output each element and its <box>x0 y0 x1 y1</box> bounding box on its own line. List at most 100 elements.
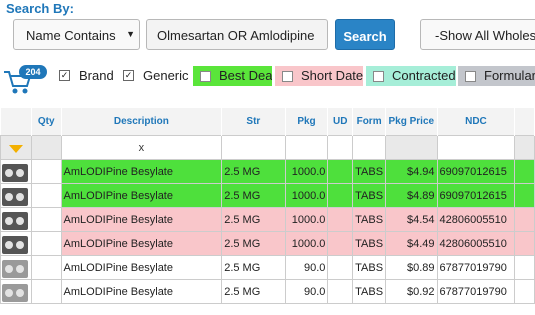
description-cell[interactable]: AmLODIPine Besylate <box>60 231 223 256</box>
col-header-extra <box>514 108 535 136</box>
table-row[interactable]: AmLODIPine Besylate 2.5 MG 1000.0 TABS $4.49… <box>0 231 535 256</box>
col-header-description[interactable]: Description <box>61 108 223 136</box>
search-input[interactable]: Olmesartan OR Amlodipine <box>146 19 328 50</box>
description-cell[interactable]: AmLODIPine Besylate <box>60 255 223 280</box>
description-cell[interactable]: AmLODIPine Besylate <box>60 159 223 184</box>
filter-row: x <box>0 135 535 160</box>
strength-cell: 2.5 MG <box>221 207 286 232</box>
package-filter-input[interactable] <box>284 135 329 160</box>
qty-filter-cell <box>30 135 62 160</box>
pkg-price-cell: $4.49 <box>385 231 438 256</box>
extra-cell <box>514 207 535 232</box>
ndc-filter-input[interactable] <box>436 135 516 160</box>
col-header-ud[interactable]: UD <box>327 108 354 136</box>
form-filter-input[interactable] <box>352 135 387 160</box>
best-deal-filter[interactable]: Best Deal <box>193 66 272 86</box>
results-table: Qty Description Str Pkg UD Form Pkg Pric… <box>0 108 535 304</box>
drug-image-cell[interactable] <box>0 231 32 256</box>
contracted-checkbox[interactable] <box>373 71 384 82</box>
best-deal-checkbox[interactable] <box>200 71 211 82</box>
table-row[interactable]: AmLODIPine Besylate 2.5 MG 1000.0 TABS $4.54… <box>0 207 535 232</box>
formulary-checkbox[interactable] <box>465 71 476 82</box>
pill-image-icon[interactable] <box>2 283 28 302</box>
form-cell: TABS <box>352 231 387 256</box>
strength-cell: 2.5 MG <box>221 279 286 304</box>
col-header-package[interactable]: Pkg <box>285 108 329 136</box>
col-header-pkg-price[interactable]: Pkg Price <box>385 108 438 136</box>
extra-cell <box>514 159 535 184</box>
search-by-label: Search By: <box>6 1 74 16</box>
package-cell: 90.0 <box>284 279 329 304</box>
best-deal-label: Best Deal <box>219 68 272 83</box>
table-row[interactable]: AmLODIPine Besylate 2.5 MG 90.0 TABS $0.89 67… <box>0 255 535 280</box>
strength-cell: 2.5 MG <box>221 183 286 208</box>
ndc-cell: 69097012615 <box>436 159 516 184</box>
extra-filter-cell <box>514 135 535 160</box>
price-filter-cell <box>385 135 438 160</box>
col-header-form[interactable]: Form <box>352 108 387 136</box>
generic-checkbox[interactable]: ✓ <box>123 70 134 81</box>
search-mode-select[interactable]: Name Contains ▼ <box>13 19 140 50</box>
strength-filter-input[interactable] <box>221 135 286 160</box>
ud-cell <box>327 231 354 256</box>
table-row[interactable]: AmLODIPine Besylate 2.5 MG 90.0 TABS $0.92 67… <box>0 279 535 304</box>
caret-down-icon: ▼ <box>126 29 135 39</box>
qty-input[interactable] <box>30 183 62 208</box>
ud-cell <box>327 255 354 280</box>
pill-image-icon[interactable] <box>2 163 28 182</box>
extra-cell <box>514 183 535 208</box>
clear-filter-icon[interactable]: x <box>139 142 145 154</box>
description-filter-input[interactable]: x <box>60 135 223 160</box>
short-date-checkbox[interactable] <box>282 71 293 82</box>
strength-cell: 2.5 MG <box>221 231 286 256</box>
short-date-filter[interactable]: Short Date <box>275 66 363 86</box>
form-cell: TABS <box>352 159 387 184</box>
pill-image-icon[interactable] <box>2 187 28 206</box>
qty-input[interactable] <box>30 231 62 256</box>
table-header-row: Qty Description Str Pkg UD Form Pkg Pric… <box>0 108 535 136</box>
col-header-qty[interactable]: Qty <box>31 108 62 136</box>
qty-input[interactable] <box>30 255 62 280</box>
drug-image-cell[interactable] <box>0 255 32 280</box>
ud-cell <box>327 159 354 184</box>
table-row[interactable]: AmLODIPine Besylate 2.5 MG 1000.0 TABS $4.94… <box>0 159 535 184</box>
extra-cell <box>514 255 535 280</box>
ud-cell <box>327 279 354 304</box>
formulary-filter[interactable]: Formulary <box>458 66 535 86</box>
ud-filter-input[interactable] <box>327 135 354 160</box>
pill-image-icon[interactable] <box>2 259 28 278</box>
filter-cell[interactable] <box>0 135 32 160</box>
form-cell: TABS <box>352 255 387 280</box>
col-header-image <box>0 108 32 136</box>
ud-cell <box>327 183 354 208</box>
qty-input[interactable] <box>30 159 62 184</box>
drug-image-cell[interactable] <box>0 279 32 304</box>
table-row[interactable]: AmLODIPine Besylate 2.5 MG 1000.0 TABS $4.89… <box>0 183 535 208</box>
ndc-cell: 69097012615 <box>436 183 516 208</box>
col-header-ndc[interactable]: NDC <box>437 108 516 136</box>
search-button[interactable]: Search <box>335 19 395 50</box>
description-cell[interactable]: AmLODIPine Besylate <box>60 279 223 304</box>
filter-funnel-icon[interactable] <box>8 144 23 153</box>
qty-input[interactable] <box>30 279 62 304</box>
package-cell: 1000.0 <box>284 159 329 184</box>
qty-input[interactable] <box>30 207 62 232</box>
col-header-strength[interactable]: Str <box>221 108 286 136</box>
package-cell: 1000.0 <box>284 231 329 256</box>
drug-image-cell[interactable] <box>0 159 32 184</box>
package-cell: 1000.0 <box>284 207 329 232</box>
brand-checkbox[interactable]: ✓ <box>59 70 70 81</box>
wholesaler-select[interactable]: -Show All Wholesalers- <box>420 19 535 50</box>
pill-image-icon[interactable] <box>2 211 28 230</box>
drug-image-cell[interactable] <box>0 207 32 232</box>
generic-label: Generic <box>143 68 189 83</box>
drug-image-cell[interactable] <box>0 183 32 208</box>
extra-cell <box>514 231 535 256</box>
pill-image-icon[interactable] <box>2 235 28 254</box>
description-cell[interactable]: AmLODIPine Besylate <box>60 207 223 232</box>
pkg-price-cell: $0.92 <box>385 279 438 304</box>
cart-button[interactable]: 204 <box>3 64 47 96</box>
contracted-filter[interactable]: Contracted <box>366 66 456 86</box>
formulary-label: Formulary <box>484 68 535 83</box>
description-cell[interactable]: AmLODIPine Besylate <box>60 183 223 208</box>
